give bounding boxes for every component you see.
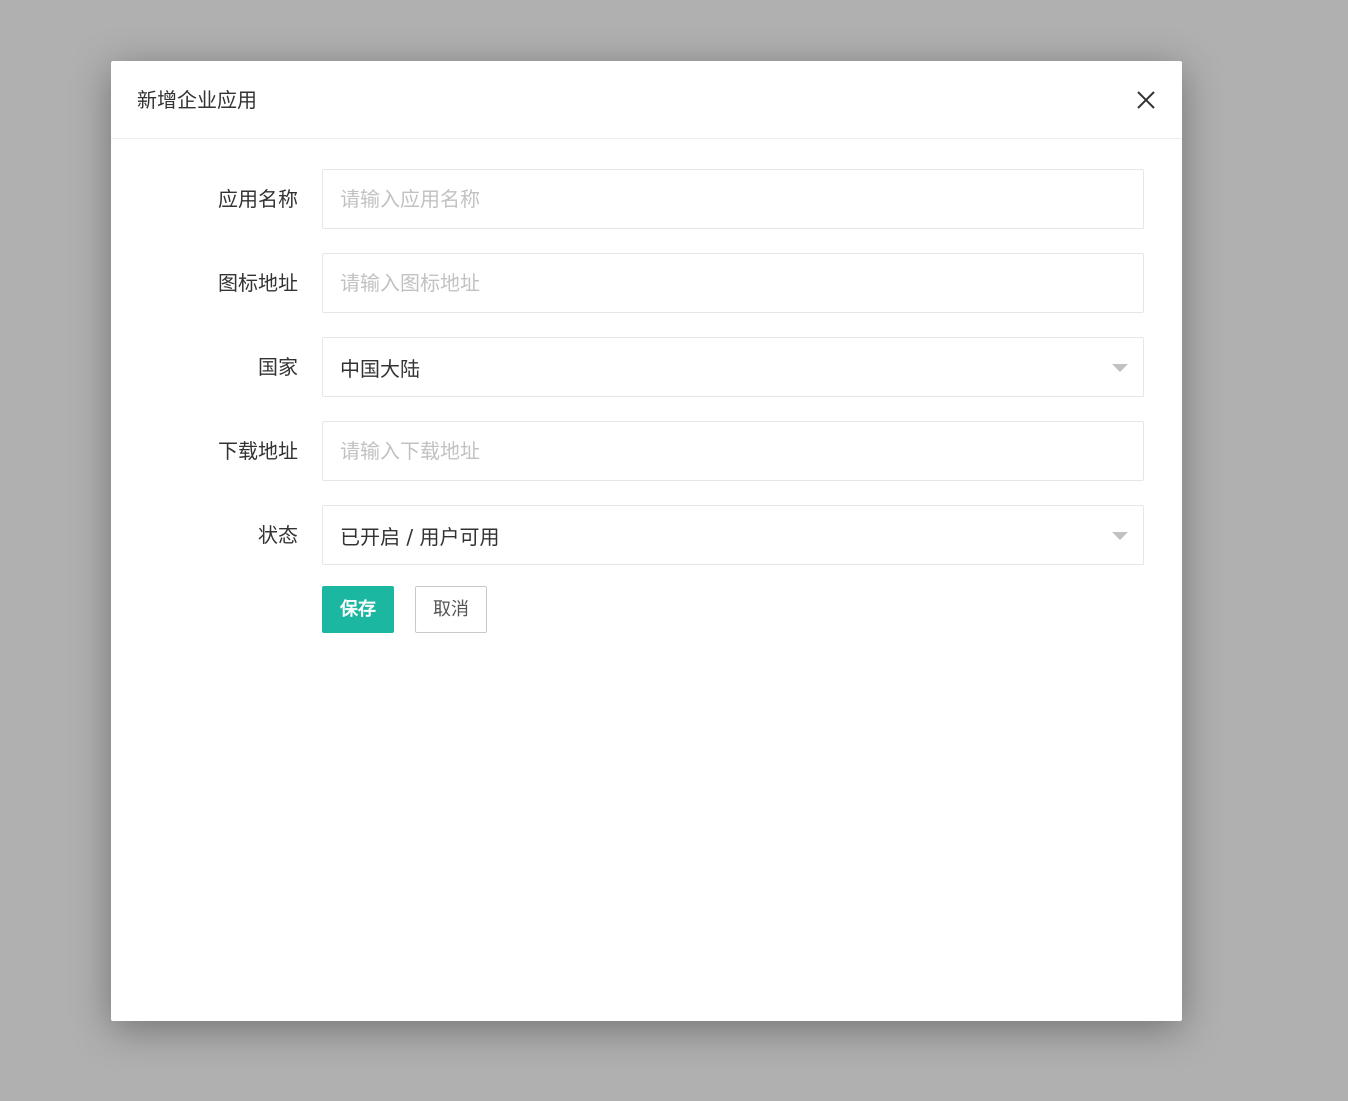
modal-header: 新增企业应用 — [111, 61, 1182, 139]
status-selected-value: 已开启 / 用户可用 — [340, 525, 500, 549]
app-form: 应用名称 图标地址 国家 中国大陆 下载地址 状态 — [111, 169, 1182, 589]
form-row-icon-url: 图标地址 — [111, 253, 1182, 313]
form-actions: 保存 取消 — [322, 586, 487, 633]
country-select[interactable]: 中国大陆 — [322, 337, 1144, 397]
app-name-label: 应用名称 — [218, 187, 298, 211]
download-url-input[interactable] — [323, 422, 1143, 480]
modal-title: 新增企业应用 — [137, 88, 257, 112]
status-label: 状态 — [258, 523, 298, 547]
icon-url-input[interactable] — [323, 254, 1143, 312]
form-row-download-url: 下载地址 — [111, 421, 1182, 481]
cancel-button[interactable]: 取消 — [415, 586, 487, 633]
form-row-status: 状态 已开启 / 用户可用 — [111, 505, 1182, 565]
country-label: 国家 — [258, 355, 298, 379]
icon-url-field-wrapper — [322, 253, 1144, 313]
save-button[interactable]: 保存 — [322, 586, 394, 633]
caret-down-icon — [1112, 364, 1128, 372]
app-name-field-wrapper — [322, 169, 1144, 229]
form-row-app-name: 应用名称 — [111, 169, 1182, 229]
country-selected-value: 中国大陆 — [340, 357, 420, 381]
form-row-country: 国家 中国大陆 — [111, 337, 1182, 397]
download-url-label: 下载地址 — [218, 439, 298, 463]
modal-dialog: 新增企业应用 应用名称 图标地址 国家 中国大陆 — [111, 61, 1182, 1021]
download-url-field-wrapper — [322, 421, 1144, 481]
close-icon — [1137, 91, 1155, 109]
status-select[interactable]: 已开启 / 用户可用 — [322, 505, 1144, 565]
caret-down-icon — [1112, 532, 1128, 540]
app-name-input[interactable] — [323, 170, 1143, 228]
close-button[interactable] — [1134, 88, 1158, 112]
icon-url-label: 图标地址 — [218, 271, 298, 295]
